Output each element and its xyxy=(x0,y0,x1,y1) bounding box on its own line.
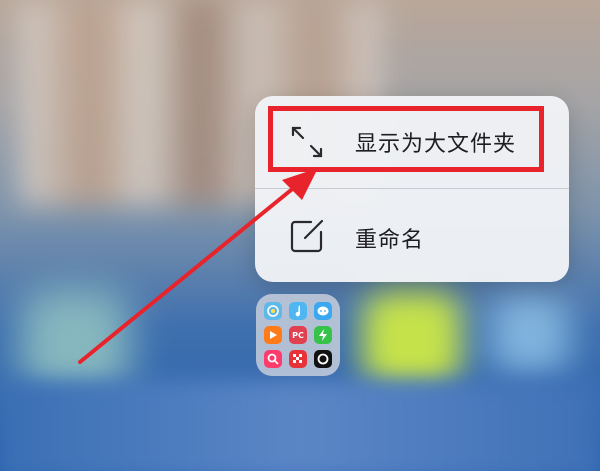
blurred-app-icon-blue xyxy=(490,295,570,375)
message-app-icon xyxy=(314,302,332,320)
pc-app-icon: PC xyxy=(289,326,307,344)
blurred-dock-area xyxy=(0,380,600,471)
camera-ring-app-icon xyxy=(314,350,332,368)
magnifier-app-icon xyxy=(264,350,282,368)
menu-divider xyxy=(255,188,569,189)
highlight-box xyxy=(268,106,544,172)
rename-edit-icon xyxy=(290,219,324,253)
menu-item-label: 重命名 xyxy=(355,228,425,253)
blurred-app-icon-green xyxy=(362,290,462,390)
checker-app-icon xyxy=(289,350,307,368)
bolt-app-icon xyxy=(314,326,332,344)
browser-app-icon xyxy=(264,302,282,320)
menu-item-rename[interactable]: 重命名 xyxy=(255,190,569,282)
video-play-app-icon xyxy=(264,326,282,344)
pc-app-label: PC xyxy=(292,330,304,340)
music-app-icon xyxy=(289,302,307,320)
app-folder[interactable]: PC xyxy=(256,294,340,376)
